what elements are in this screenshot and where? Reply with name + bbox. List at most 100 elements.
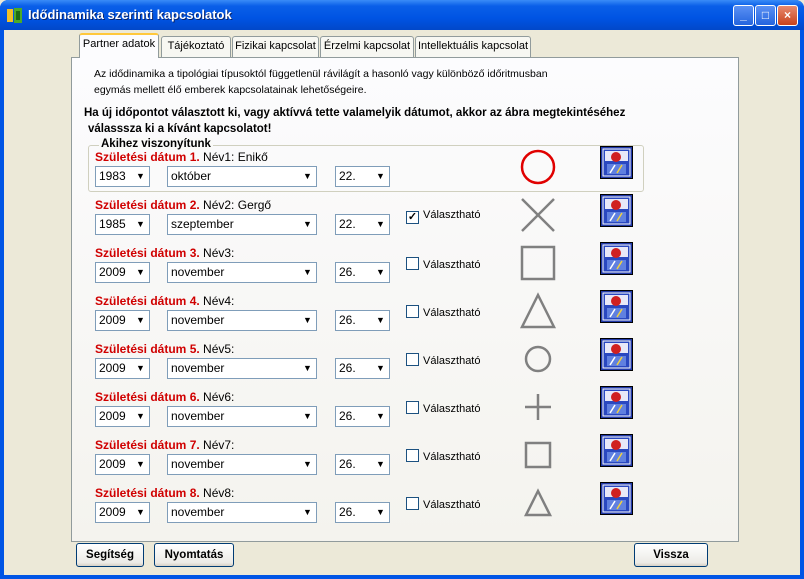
checkbox-box[interactable]: ✓ [406,211,419,224]
dropdown-arrow-icon[interactable]: ▼ [133,264,148,281]
year-select[interactable]: 2009 ▼ [95,406,150,427]
back-button[interactable]: Vissza [634,543,708,567]
year-select[interactable]: 2009 ▼ [95,358,150,379]
day-value: 26. [339,457,356,471]
day-select[interactable]: 26. ▼ [335,310,390,331]
checkbox-label: Választható [423,355,481,367]
show-diagram-button[interactable] [600,194,633,227]
tab-fizikai[interactable]: Fizikai kapcsolat [232,36,319,57]
date-label: Születési dátum 2. [95,198,200,212]
day-value: 22. [339,169,356,183]
square-icon [520,245,556,281]
dropdown-arrow-icon[interactable]: ▼ [133,360,148,377]
row-label: Születési dátum 4. Név4: [95,294,234,308]
dropdown-arrow-icon[interactable]: ▼ [133,504,148,521]
show-diagram-button[interactable] [600,338,633,371]
show-diagram-button[interactable] [600,386,633,419]
dropdown-arrow-icon[interactable]: ▼ [133,168,148,185]
window-title: Idődinamika szerinti kapcsolatok [28,7,232,22]
year-value: 2009 [99,361,126,375]
month-select[interactable]: november ▼ [167,358,317,379]
selectable-checkbox[interactable]: Választható [406,401,480,415]
dropdown-arrow-icon[interactable]: ▼ [373,312,388,329]
selectable-checkbox[interactable]: Választható [406,353,480,367]
selectable-checkbox[interactable]: Választható [406,449,480,463]
dropdown-arrow-icon[interactable]: ▼ [300,312,315,329]
year-select[interactable]: 2009 ▼ [95,310,150,331]
dropdown-arrow-icon[interactable]: ▼ [373,360,388,377]
dropdown-arrow-icon[interactable]: ▼ [373,264,388,281]
checkbox-box[interactable] [406,353,419,366]
selectable-checkbox[interactable]: Választható [406,305,480,319]
checkbox-box[interactable] [406,401,419,414]
checkbox-box[interactable] [406,497,419,510]
day-select[interactable]: 22. ▼ [335,214,390,235]
close-button[interactable]: × [777,5,798,26]
diagram-icon [602,484,631,513]
show-diagram-button[interactable] [600,242,633,275]
month-select[interactable]: november ▼ [167,262,317,283]
dropdown-arrow-icon[interactable]: ▼ [373,504,388,521]
dropdown-arrow-icon[interactable]: ▼ [133,312,148,329]
month-value: november [171,457,225,471]
diagram-icon [602,244,631,273]
date-label: Születési dátum 6. [95,390,200,404]
day-select[interactable]: 26. ▼ [335,454,390,475]
year-select[interactable]: 1985 ▼ [95,214,150,235]
day-select[interactable]: 26. ▼ [335,502,390,523]
month-select[interactable]: október ▼ [167,166,317,187]
dropdown-arrow-icon[interactable]: ▼ [300,408,315,425]
tab-partner-adatok[interactable]: Partner adatok [79,33,159,58]
checkbox-box[interactable] [406,257,419,270]
dropdown-arrow-icon[interactable]: ▼ [373,408,388,425]
checkbox-box[interactable] [406,449,419,462]
day-select[interactable]: 26. ▼ [335,262,390,283]
help-button[interactable]: Segítség [76,543,144,567]
dropdown-arrow-icon[interactable]: ▼ [300,168,315,185]
maximize-button[interactable]: □ [755,5,776,26]
dropdown-arrow-icon[interactable]: ▼ [300,456,315,473]
dropdown-arrow-icon[interactable]: ▼ [133,216,148,233]
dropdown-arrow-icon[interactable]: ▼ [300,264,315,281]
month-value: november [171,265,225,279]
print-button[interactable]: Nyomtatás [154,543,234,567]
checkbox-box[interactable] [406,305,419,318]
year-select[interactable]: 2009 ▼ [95,454,150,475]
year-select[interactable]: 2009 ▼ [95,502,150,523]
checkbox-label: Választható [423,499,481,511]
minimize-button[interactable]: _ [733,5,754,26]
name-label: Név1: Enikő [203,150,268,164]
show-diagram-button[interactable] [600,146,633,179]
dropdown-arrow-icon[interactable]: ▼ [300,216,315,233]
show-diagram-button[interactable] [600,434,633,467]
tab-tajekoztato[interactable]: Tájékoztató [161,36,231,57]
day-select[interactable]: 26. ▼ [335,406,390,427]
selectable-checkbox[interactable]: Választható [406,257,480,271]
dropdown-arrow-icon[interactable]: ▼ [133,456,148,473]
month-select[interactable]: november ▼ [167,454,317,475]
dropdown-arrow-icon[interactable]: ▼ [373,456,388,473]
app-icon [7,8,22,23]
dropdown-arrow-icon[interactable]: ▼ [300,360,315,377]
month-select[interactable]: szeptember ▼ [167,214,317,235]
dropdown-arrow-icon[interactable]: ▼ [373,168,388,185]
title-bar[interactable]: Idődinamika szerinti kapcsolatok _ □ × [0,0,804,30]
year-select[interactable]: 2009 ▼ [95,262,150,283]
month-select[interactable]: november ▼ [167,406,317,427]
month-select[interactable]: november ▼ [167,502,317,523]
selectable-checkbox[interactable]: ✓ Választható [406,209,480,224]
row-label: Születési dátum 7. Név7: [95,438,234,452]
year-select[interactable]: 1983 ▼ [95,166,150,187]
day-select[interactable]: 26. ▼ [335,358,390,379]
tab-erzelmi[interactable]: Érzelmi kapcsolat [320,36,414,57]
dropdown-arrow-icon[interactable]: ▼ [133,408,148,425]
show-diagram-button[interactable] [600,290,633,323]
selectable-checkbox[interactable]: Választható [406,497,480,511]
month-select[interactable]: november ▼ [167,310,317,331]
row-label: Születési dátum 8. Név8: [95,486,234,500]
dropdown-arrow-icon[interactable]: ▼ [300,504,315,521]
show-diagram-button[interactable] [600,482,633,515]
tab-intellektualis[interactable]: Intellektuális kapcsolat [415,36,531,57]
dropdown-arrow-icon[interactable]: ▼ [373,216,388,233]
day-select[interactable]: 22. ▼ [335,166,390,187]
